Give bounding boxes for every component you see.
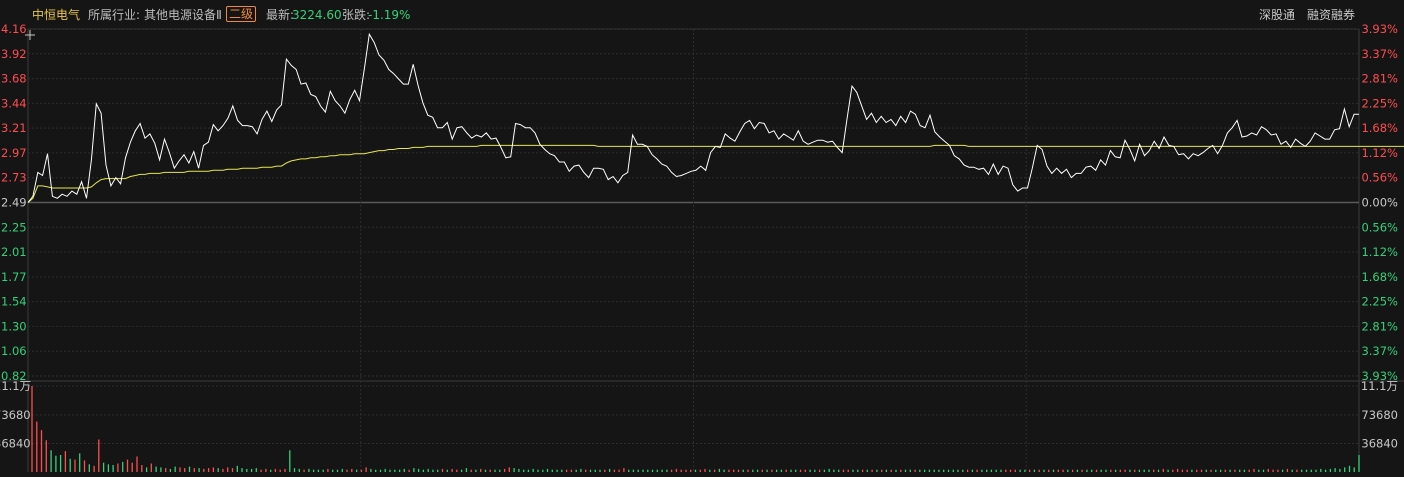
right-volume-tick-label: 36840 (1361, 436, 1398, 450)
right-pct-tick-label: 2.25% (1361, 295, 1398, 309)
left-volume-tick-label: 73680 (0, 408, 31, 422)
left-volume-tick-label: 11.1万 (0, 379, 31, 393)
right-pct-tick-label: 1.68% (1361, 270, 1398, 284)
left-price-tick-label: 1.30 (1, 319, 27, 333)
left-price-tick-label: 1.77 (1, 270, 27, 284)
left-price-tick-label: 2.73 (1, 171, 27, 185)
right-volume-tick-label: 11.1万 (1361, 379, 1398, 393)
left-price-tick-label: 3.21 (1, 121, 27, 135)
left-price-tick-label: 1.06 (1, 344, 27, 358)
right-pct-tick-label: 1.12% (1361, 146, 1398, 160)
average-price-line (27, 144, 1404, 203)
right-pct-tick-label: 2.81% (1361, 72, 1398, 86)
left-price-tick-label: 2.01 (1, 245, 27, 259)
right-pct-tick-label: 0.00% (1361, 196, 1398, 210)
right-pct-tick-label: 0.56% (1361, 220, 1398, 234)
left-price-tick-label: 3.44 (1, 96, 27, 110)
left-volume-tick-label: 36840 (0, 436, 31, 450)
intraday-chart-panel: { "header": { "stock_name": "中恒电气", "ind… (0, 0, 1404, 477)
right-pct-tick-label: 0.56% (1361, 171, 1398, 185)
left-price-tick-label: 4.16 (1, 22, 27, 36)
left-price-tick-label: 1.54 (1, 295, 27, 309)
right-pct-tick-label: 1.68% (1361, 121, 1398, 135)
right-pct-tick-label: 2.81% (1361, 319, 1398, 333)
right-pct-tick-label: 3.37% (1361, 344, 1398, 358)
left-price-tick-label: 2.97 (1, 146, 27, 160)
intraday-chart[interactable]: 4.16 3.93% 3.92 3.37% 3.68 2.81% 3.44 2.25% 3.21… (0, 0, 1404, 477)
right-pct-tick-label: 1.12% (1361, 245, 1398, 259)
right-pct-tick-label: 3.93% (1361, 22, 1398, 36)
left-price-tick-label: 2.49 (1, 196, 27, 210)
left-price-tick-label: 3.68 (1, 72, 27, 86)
left-price-tick-label: 3.92 (1, 47, 27, 61)
left-price-tick-label: 2.25 (1, 220, 27, 234)
right-pct-tick-label: 3.37% (1361, 47, 1398, 61)
right-volume-tick-label: 73680 (1361, 408, 1398, 422)
right-pct-tick-label: 2.25% (1361, 96, 1398, 110)
